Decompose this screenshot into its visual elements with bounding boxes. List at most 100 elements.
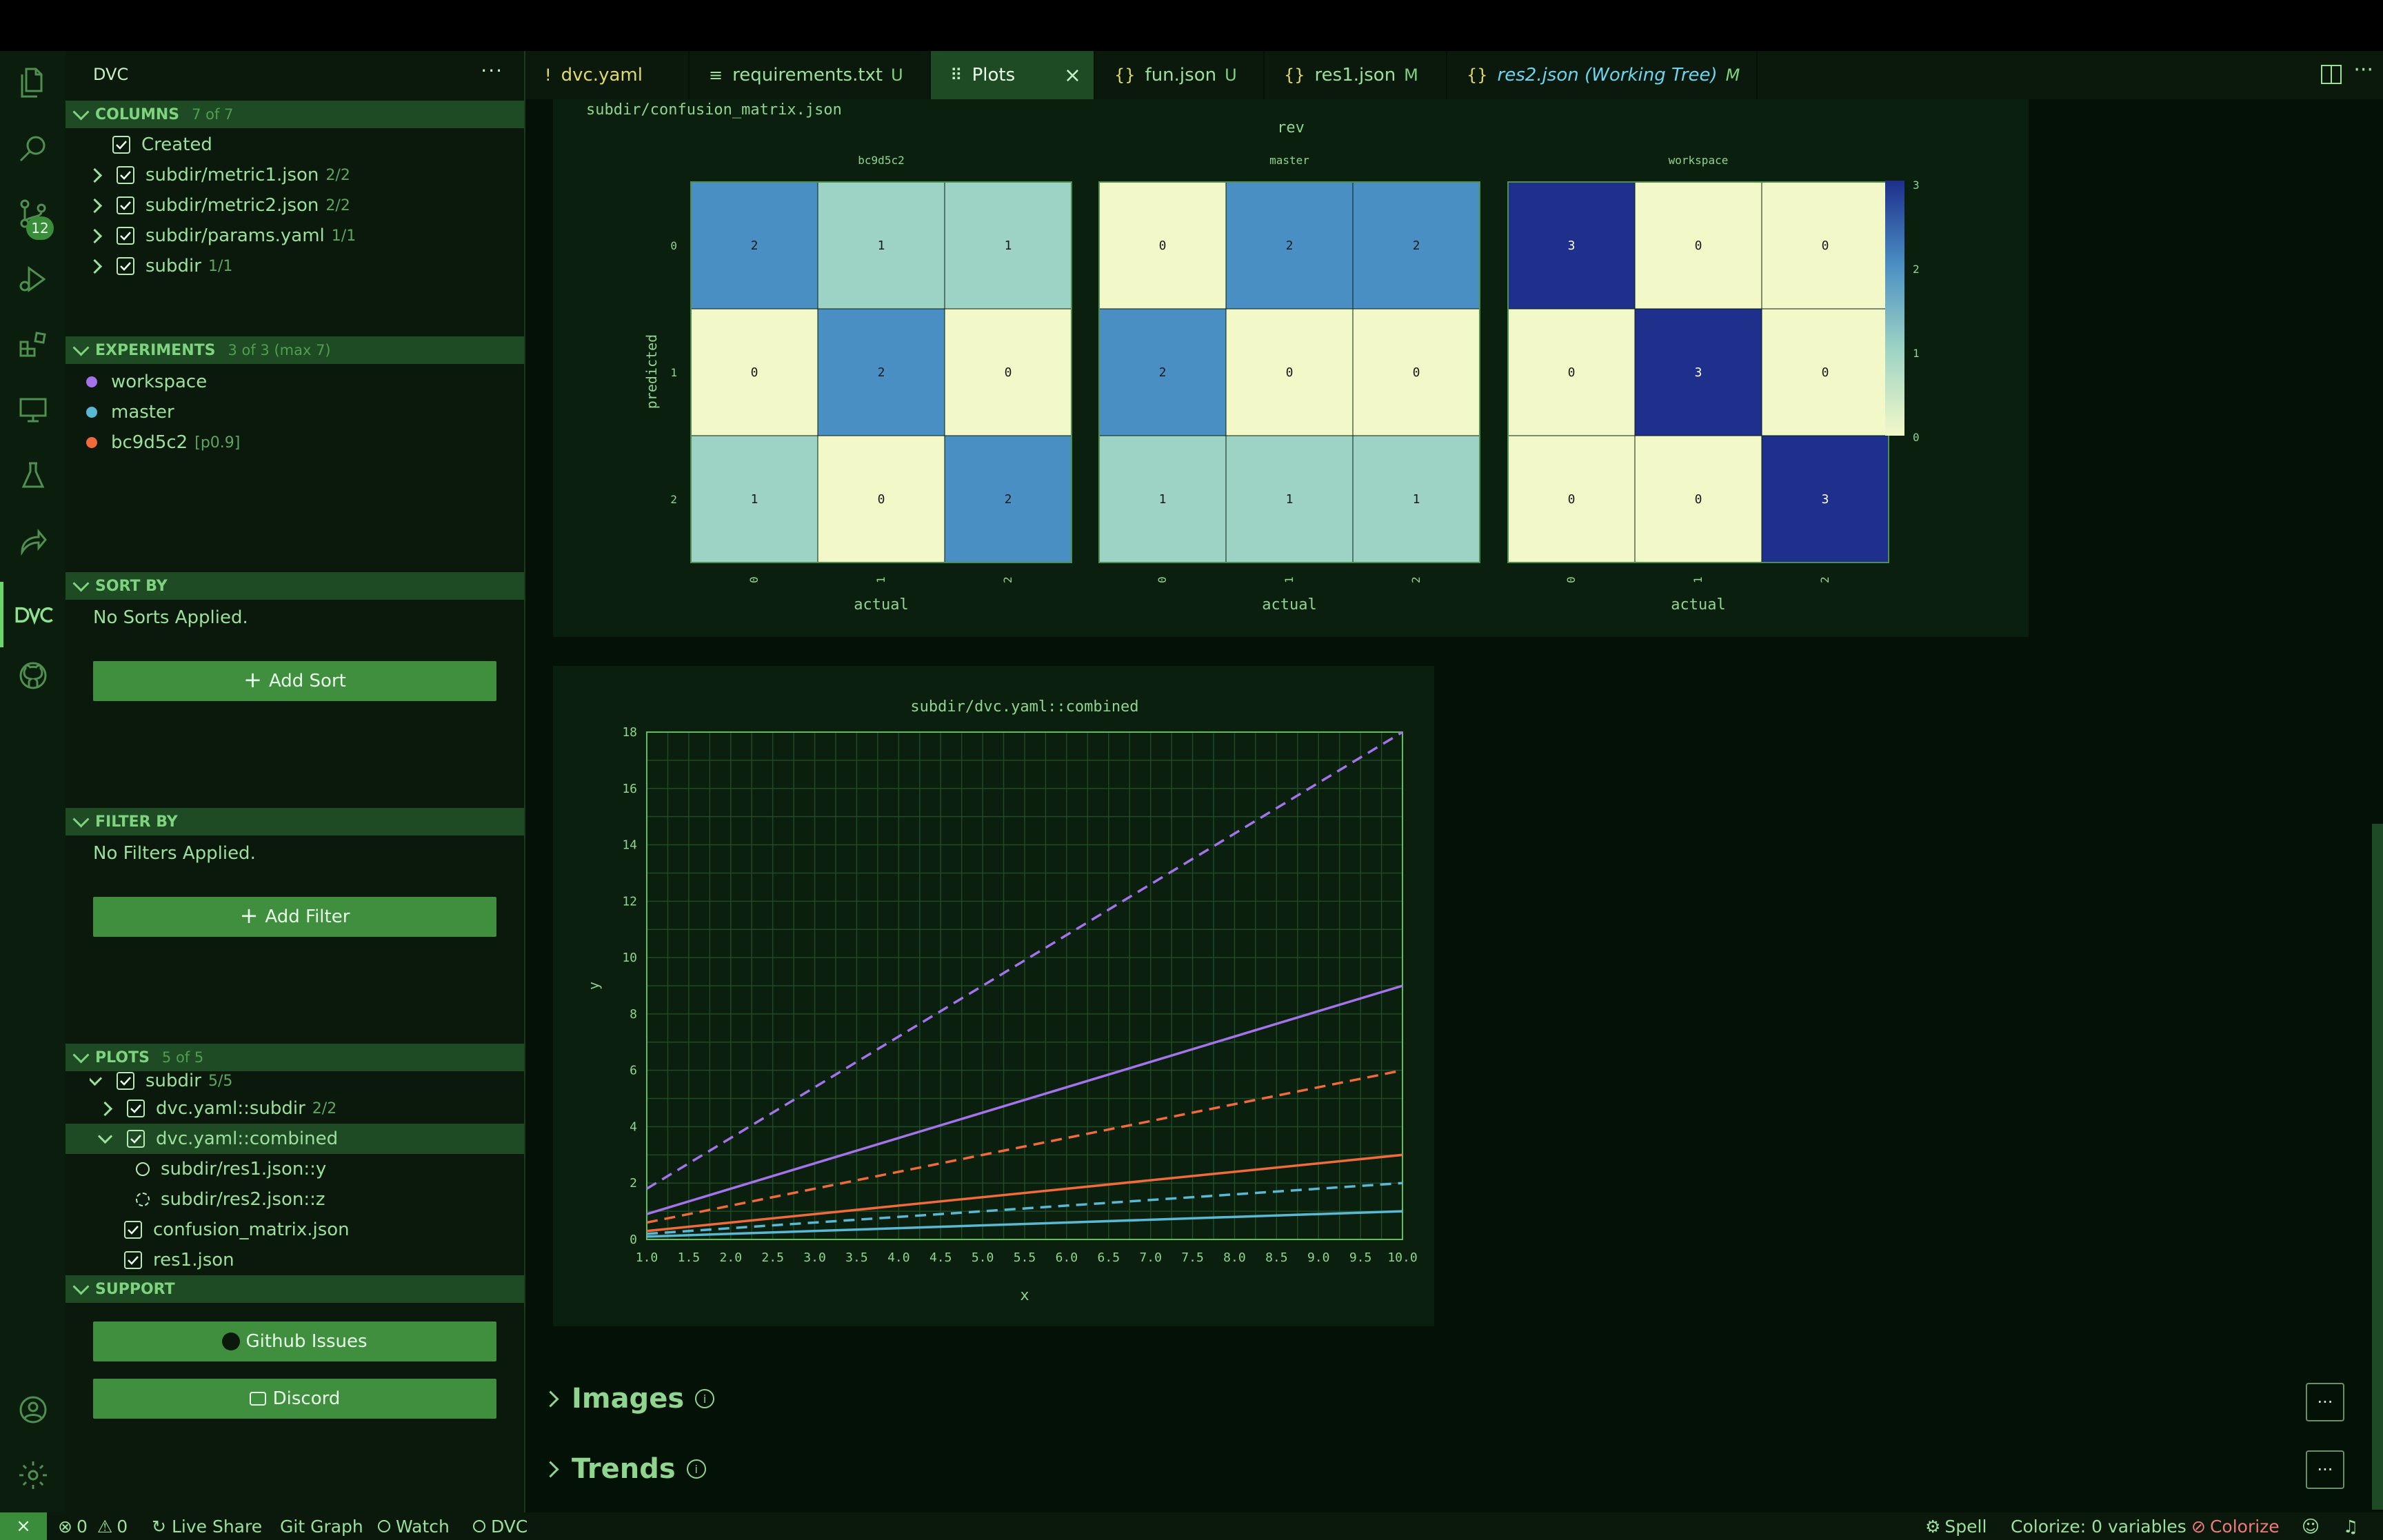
- x-tick-label: 9.5: [1349, 1250, 1372, 1265]
- images-section-header[interactable]: Images i: [542, 1383, 715, 1415]
- notifications-bell-icon[interactable]: ♫: [2343, 1512, 2358, 1540]
- images-more-button[interactable]: ···: [2306, 1383, 2344, 1421]
- trends-more-button[interactable]: ···: [2306, 1450, 2344, 1489]
- explorer-icon[interactable]: [15, 65, 51, 101]
- chevron-right-icon[interactable]: [87, 168, 103, 183]
- column-item-metric1[interactable]: subdir/metric1.json 2/2: [87, 160, 350, 190]
- search-icon[interactable]: [15, 130, 51, 166]
- experiment-item-master[interactable]: master: [86, 397, 174, 427]
- y-tick-label: 2: [670, 493, 677, 506]
- heatmap-cell-value: 0: [1159, 239, 1167, 253]
- plot-item-dvc-yaml-combined[interactable]: dvc.yaml::combined: [66, 1124, 524, 1154]
- live-share-button[interactable]: ↻ Live Share: [152, 1512, 262, 1540]
- close-tab-icon[interactable]: ×: [1064, 63, 1081, 88]
- plus-icon: +: [239, 902, 259, 929]
- x-tick-label: 0: [747, 576, 761, 583]
- remote-indicator-icon[interactable]: ⨯: [0, 1512, 47, 1540]
- trends-section-header[interactable]: Trends i: [542, 1453, 706, 1485]
- colorize-button[interactable]: ⊘ Colorize: [2191, 1512, 2280, 1540]
- settings-gear-icon[interactable]: [15, 1457, 51, 1493]
- editor-more-button[interactable]: ···: [2353, 58, 2373, 82]
- checkbox-checked-icon[interactable]: [127, 1100, 145, 1117]
- chevron-right-icon[interactable]: [87, 198, 103, 213]
- experiments-section-header[interactable]: EXPERIMENTS 3 of 3 (max 7): [66, 336, 524, 364]
- checkbox-checked-icon[interactable]: [124, 1221, 142, 1239]
- chevron-right-icon[interactable]: [87, 228, 103, 243]
- status-bar: ⨯ ⊗ 0 ⚠ 0 ↻ Live Share Git Graph Watch D…: [0, 1512, 2383, 1540]
- chevron-right-icon[interactable]: [97, 1101, 113, 1116]
- run-debug-icon[interactable]: [15, 261, 51, 297]
- tab-plots[interactable]: ⠿ Plots ×: [931, 51, 1095, 99]
- heatmap-cell-value: 1: [1413, 492, 1420, 507]
- chevron-down-icon: [72, 810, 90, 828]
- github-icon[interactable]: [15, 658, 51, 693]
- add-sort-button[interactable]: + Add Sort: [93, 661, 496, 701]
- loading-circle-icon[interactable]: [136, 1193, 150, 1206]
- chevron-down-icon[interactable]: [97, 1128, 113, 1144]
- info-icon[interactable]: i: [686, 1459, 706, 1479]
- chevron-down-icon[interactable]: [90, 1071, 103, 1086]
- chevron-right-icon[interactable]: [87, 259, 103, 274]
- split-editor-icon[interactable]: [2321, 65, 2342, 84]
- tab-fun-json[interactable]: {} fun.json U: [1095, 51, 1265, 99]
- testing-icon[interactable]: [15, 458, 51, 494]
- combined-plot-card[interactable]: subdir/dvc.yaml::combined 0 2 4 6 8 10 12 14 16 18…: [553, 666, 1434, 1326]
- heatmap-cell-value: 1: [751, 492, 758, 507]
- watch-button[interactable]: Watch: [378, 1512, 450, 1540]
- support-section-header[interactable]: SUPPORT: [66, 1275, 524, 1303]
- tab-dvc-yaml[interactable]: ! dvc.yaml: [525, 51, 690, 99]
- dvc-status-button[interactable]: DVC: [473, 1512, 527, 1540]
- columns-section-header[interactable]: COLUMNS 7 of 7: [66, 101, 524, 128]
- tab-res1-json[interactable]: {} res1.json M: [1265, 51, 1447, 99]
- dvc-icon[interactable]: [0, 582, 66, 647]
- checkbox-checked-icon[interactable]: [127, 1130, 145, 1148]
- y-axis-label: predicted: [643, 334, 660, 409]
- checkbox-checked-icon[interactable]: [117, 227, 134, 245]
- remote-explorer-icon[interactable]: [15, 392, 51, 428]
- plot-item-dvc-yaml-subdir[interactable]: dvc.yaml::subdir 2/2: [97, 1093, 336, 1124]
- account-icon[interactable]: [15, 1392, 51, 1428]
- x-tick-label: 4.5: [929, 1250, 952, 1265]
- filter-section-header[interactable]: FILTER BY: [66, 808, 524, 835]
- checkbox-checked-icon[interactable]: [112, 136, 130, 154]
- info-icon[interactable]: i: [695, 1389, 715, 1408]
- column-item-params[interactable]: subdir/params.yaml 1/1: [87, 221, 356, 251]
- x-tick-label: 2: [1001, 576, 1014, 583]
- tab-res2-json-working-tree[interactable]: {} res2.json (Working Tree) M: [1447, 51, 1758, 99]
- plot-item-res2-z[interactable]: subdir/res2.json::z: [136, 1184, 325, 1215]
- checkbox-checked-icon[interactable]: [117, 1072, 134, 1090]
- plot-item-res1-json[interactable]: res1.json: [124, 1245, 234, 1275]
- github-issues-button[interactable]: Github Issues: [93, 1321, 496, 1361]
- editor-scrollbar[interactable]: [2372, 824, 2383, 1510]
- plot-item-confusion-matrix[interactable]: confusion_matrix.json: [124, 1215, 350, 1245]
- share-icon[interactable]: [15, 523, 51, 559]
- experiment-item-workspace[interactable]: workspace: [86, 367, 207, 397]
- checkbox-checked-icon[interactable]: [124, 1251, 142, 1269]
- problems-indicator[interactable]: ⊗ 0 ⚠ 0: [58, 1512, 128, 1540]
- feedback-icon[interactable]: ☺: [2302, 1512, 2320, 1540]
- plot-item-subdir[interactable]: subdir 5/5: [90, 1068, 232, 1093]
- x-tick-label: 1: [874, 576, 887, 583]
- experiment-item-bc9d5c2[interactable]: bc9d5c2 [p0.9]: [86, 427, 240, 458]
- checkbox-checked-icon[interactable]: [117, 166, 134, 184]
- tab-requirements-txt[interactable]: ≡ requirements.txt U: [690, 51, 931, 99]
- checkbox-checked-icon[interactable]: [117, 196, 134, 214]
- confusion-matrix-card[interactable]: subdir/confusion_matrix.json rev predicted…: [553, 99, 2029, 637]
- checkbox-checked-icon[interactable]: [117, 257, 134, 275]
- column-item-metric2[interactable]: subdir/metric2.json 2/2: [87, 190, 350, 221]
- plots-section-header[interactable]: PLOTS 5 of 5: [66, 1044, 524, 1071]
- discord-button[interactable]: Discord: [93, 1379, 496, 1419]
- extensions-icon[interactable]: [15, 327, 51, 363]
- column-item-created[interactable]: Created: [112, 130, 212, 160]
- git-graph-button[interactable]: Git Graph: [280, 1512, 363, 1540]
- column-item-subdir[interactable]: subdir 1/1: [87, 251, 232, 281]
- x-tick-label: 1: [1691, 576, 1705, 583]
- add-filter-button[interactable]: + Add Filter: [93, 897, 496, 937]
- circle-outline-icon[interactable]: [136, 1162, 150, 1176]
- sort-section-header[interactable]: SORT BY: [66, 572, 524, 600]
- confusion-file-title: subdir/confusion_matrix.json: [586, 101, 842, 119]
- spell-button[interactable]: ⚙ Spell: [1925, 1512, 1987, 1540]
- sidebar-more-button[interactable]: ···: [481, 59, 503, 82]
- colorize-variables-text[interactable]: Colorize: 0 variables: [2011, 1512, 2186, 1540]
- plot-item-res1-y[interactable]: subdir/res1.json::y: [136, 1154, 326, 1184]
